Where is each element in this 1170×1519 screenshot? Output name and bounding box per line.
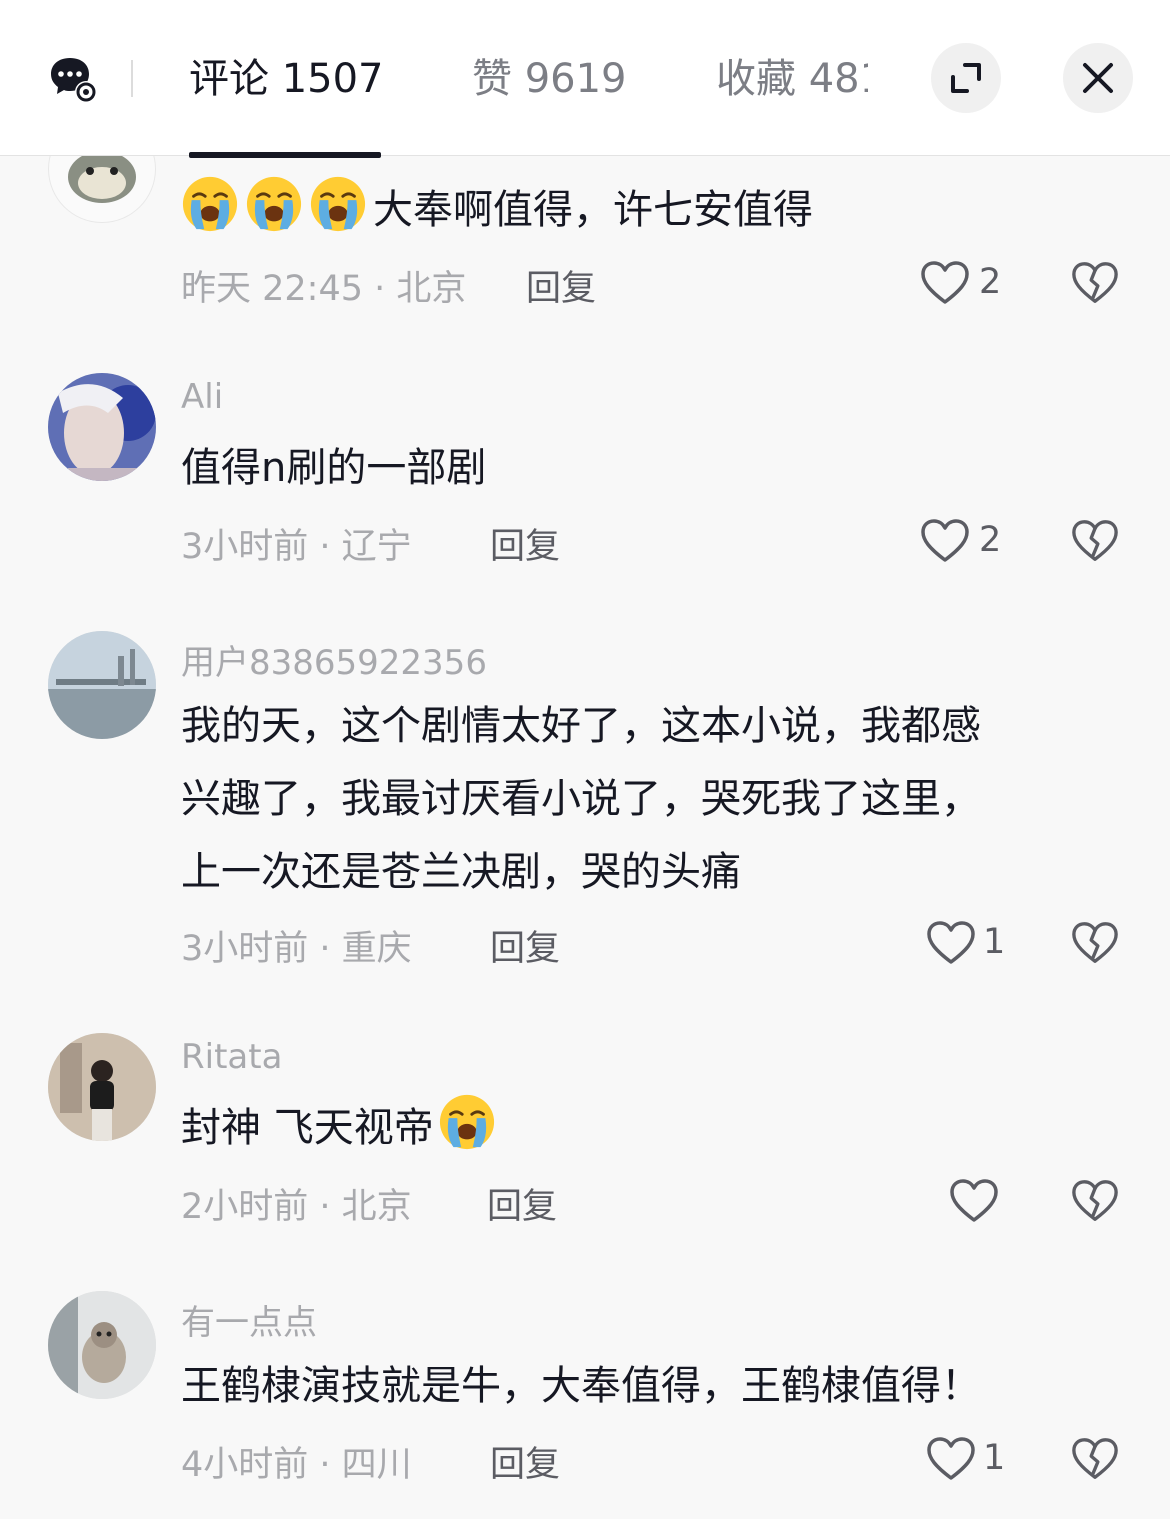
- comment-text: 封神 飞天视帝: [181, 1105, 434, 1151]
- comment-text: 大奉啊值得，许七安值得: [373, 187, 813, 233]
- reply-button[interactable]: 回复: [526, 260, 596, 311]
- avatar[interactable]: [48, 631, 156, 739]
- broken-heart-icon[interactable]: [1071, 1436, 1119, 1482]
- expand-button[interactable]: [931, 43, 1001, 113]
- comment-meta: 昨天 22:45 · 北京: [181, 269, 467, 309]
- crying-face-emoji: [438, 1093, 496, 1151]
- reply-button[interactable]: 回复: [490, 518, 560, 569]
- broken-heart-icon[interactable]: [1071, 260, 1119, 306]
- heart-outline-icon[interactable]: [926, 920, 976, 966]
- reply-button[interactable]: 回复: [490, 1436, 560, 1487]
- comment-meta: 2小时前 · 北京: [181, 1187, 412, 1227]
- heart-outline-icon[interactable]: [920, 260, 970, 306]
- expand-icon: [951, 63, 981, 93]
- crying-face-emoji: [181, 175, 239, 233]
- heart-outline-icon[interactable]: [949, 1178, 999, 1224]
- comment-text-line: 我的天，这个剧情太好了，这本小说，我都感: [181, 703, 981, 749]
- tab-likes[interactable]: 赞 9619: [472, 54, 627, 104]
- close-button[interactable]: [1063, 43, 1133, 113]
- crying-face-emoji: [309, 175, 367, 233]
- crying-face-emoji: [245, 175, 303, 233]
- tab-comments[interactable]: 评论 1507: [189, 54, 384, 104]
- comment-text: 王鹤棣演技就是牛，大奉值得，王鹤棣值得！: [181, 1363, 981, 1409]
- like-count: 2: [979, 520, 1002, 560]
- broken-heart-icon[interactable]: [1071, 518, 1119, 564]
- like-count: 1: [983, 922, 1006, 962]
- username[interactable]: Ritata: [181, 1037, 282, 1077]
- comment-meta: 4小时前 · 四川: [181, 1445, 412, 1485]
- reply-button[interactable]: 回复: [490, 920, 560, 971]
- comment-meta: 3小时前 · 辽宁: [181, 527, 412, 567]
- active-tab-indicator: [189, 152, 381, 158]
- tab-favorites[interactable]: 收藏 481: [716, 54, 868, 104]
- username[interactable]: 用户83865922356: [181, 635, 487, 684]
- comment-text-line: 兴趣了，我最讨厌看小说了，哭死我了这里，: [181, 776, 981, 822]
- heart-outline-icon[interactable]: [920, 518, 970, 564]
- comment-panel-header: 评论 1507 赞 9619 收藏 481: [0, 0, 1170, 158]
- avatar[interactable]: [48, 373, 156, 481]
- reply-button[interactable]: 回复: [487, 1178, 557, 1229]
- comment-text: 值得n刷的一部剧: [181, 445, 487, 491]
- username[interactable]: 有一点点: [181, 1295, 317, 1344]
- broken-heart-icon[interactable]: [1071, 920, 1119, 966]
- heart-outline-icon[interactable]: [926, 1436, 976, 1482]
- comment-text-line: 上一次还是苍兰决剧，哭的头痛: [181, 849, 741, 895]
- comment-meta: 3小时前 · 重庆: [181, 929, 412, 969]
- broken-heart-icon[interactable]: [1071, 1178, 1119, 1224]
- username[interactable]: Ali: [181, 377, 223, 417]
- avatar[interactable]: [48, 1033, 156, 1141]
- header-divider: [131, 60, 133, 97]
- chat-settings-icon[interactable]: [48, 54, 98, 104]
- avatar[interactable]: [48, 1291, 156, 1399]
- like-count: 1: [983, 1438, 1006, 1478]
- like-count: 2: [979, 262, 1002, 302]
- close-icon: [1083, 63, 1113, 93]
